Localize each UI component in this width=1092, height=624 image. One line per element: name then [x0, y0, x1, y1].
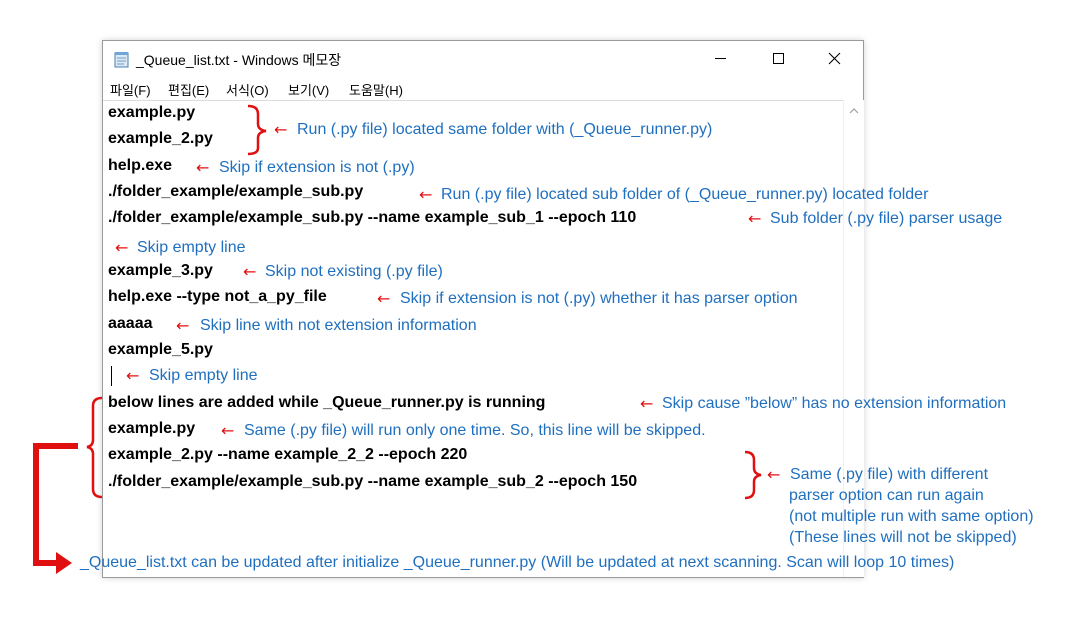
close-button[interactable]	[811, 41, 857, 75]
annotation: Run (.py file) located sub folder of (_Q…	[441, 186, 929, 203]
annotation: Same (.py file) will run only one time. …	[244, 422, 706, 439]
code-line: below lines are added while _Queue_runne…	[108, 394, 546, 411]
code-line: ./folder_example/example_sub.py	[108, 183, 364, 200]
arrow-left-icon: ←	[419, 185, 433, 204]
red-arrowhead	[56, 552, 72, 574]
left-curly-bracket	[86, 396, 103, 499]
menu-bar: 파일(F) 편집(E) 서식(O) 보기(V) 도움말(H)	[103, 77, 863, 99]
code-line: example_2.py	[108, 130, 213, 147]
code-line: example.py	[108, 420, 196, 437]
maximize-button[interactable]	[755, 41, 801, 75]
annotation: Skip cause ”below” has no extension info…	[662, 395, 1007, 412]
annotation: Skip not existing (.py file)	[265, 263, 443, 280]
annotation: (These lines will not be skipped)	[789, 529, 1017, 546]
menu-help[interactable]: 도움말(H)	[349, 80, 403, 99]
text-caret	[111, 366, 112, 386]
text-editor[interactable]	[103, 100, 843, 578]
scroll-up-arrow-icon[interactable]	[848, 106, 860, 116]
arrow-left-icon: ←	[196, 158, 210, 177]
menu-format[interactable]: 서식(O)	[226, 80, 269, 99]
arrow-left-icon: ←	[126, 366, 140, 385]
code-line: help.exe --type not_a_py_file	[108, 288, 327, 305]
code-line: example_3.py	[108, 262, 213, 279]
code-line: aaaaa	[108, 315, 153, 332]
arrow-left-icon: ←	[176, 316, 190, 335]
annotation: (not multiple run with same option)	[789, 508, 1034, 525]
title-bar[interactable]: _Queue_list.txt - Windows 메모장	[103, 41, 863, 77]
arrow-left-icon: ←	[640, 394, 654, 413]
arrow-left-icon: ←	[243, 262, 257, 281]
annotation: Skip empty line	[137, 239, 246, 256]
code-line: example.py	[108, 104, 196, 121]
annotation: Skip if extension is not (.py)	[219, 159, 415, 176]
annotation: Same (.py file) with different	[790, 466, 989, 483]
annotation: Skip line with not extension information	[200, 317, 477, 334]
annotation: Run (.py file) located same folder with …	[297, 121, 713, 138]
annotation: Skip if extension is not (.py) whether i…	[400, 290, 798, 307]
code-line: example_2.py --name example_2_2 --epoch …	[108, 446, 468, 463]
annotation: Sub folder (.py file) parser usage	[770, 210, 1003, 227]
red-elbow-connector	[33, 443, 78, 566]
arrow-left-icon: ←	[274, 120, 288, 139]
arrow-left-icon: ←	[377, 289, 391, 308]
annotation: Skip empty line	[149, 367, 258, 384]
annotation: parser option can run again	[789, 487, 984, 504]
vertical-scrollbar[interactable]	[843, 100, 864, 577]
code-line: ./folder_example/example_sub.py --name e…	[108, 209, 637, 226]
minimize-button[interactable]	[698, 41, 744, 75]
code-line: example_5.py	[108, 341, 213, 358]
code-line: ./folder_example/example_sub.py --name e…	[108, 473, 638, 490]
arrow-left-icon: ←	[115, 238, 129, 257]
window-title: _Queue_list.txt - Windows 메모장	[136, 52, 342, 68]
notepad-icon	[114, 52, 129, 68]
menu-view[interactable]: 보기(V)	[288, 80, 329, 99]
footer-annotation: _Queue_list.txt can be updated after ini…	[80, 554, 955, 571]
menu-edit[interactable]: 편집(E)	[168, 80, 209, 99]
arrow-left-icon: ←	[748, 209, 762, 228]
arrow-left-icon: ←	[221, 421, 235, 440]
menu-file[interactable]: 파일(F)	[110, 80, 151, 99]
arrow-left-icon: ←	[767, 465, 781, 484]
code-line: help.exe	[108, 157, 173, 174]
